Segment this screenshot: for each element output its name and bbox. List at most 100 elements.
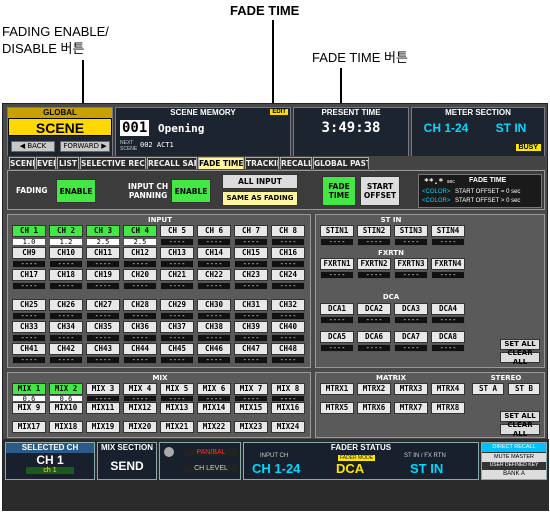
encoder-block[interactable]: PAN/BAL CH LEVEL <box>159 442 241 480</box>
clear-all-button[interactable]: CLEAR ALL <box>500 349 540 366</box>
input-channel-button[interactable]: CH 3 <box>86 225 120 237</box>
matrix-channel-button[interactable]: MTRX3 <box>394 383 428 395</box>
mix-channel-button[interactable]: MIX14 <box>197 402 231 414</box>
input-channel-button[interactable]: CH19 <box>86 269 120 281</box>
input-channel-button[interactable]: CH29 <box>160 299 194 311</box>
input-ch-value[interactable]: CH 1-24 <box>252 461 300 476</box>
input-channel-button[interactable]: CH33 <box>12 321 46 333</box>
direct-recall-button[interactable]: DIRECT RECALL <box>482 443 546 452</box>
mix-channel-button[interactable]: MIX 7 <box>234 383 268 395</box>
meter-stin-button[interactable]: ST IN <box>482 121 540 135</box>
dca-channel-button[interactable]: DCA2 <box>357 303 391 315</box>
stereo-channel-button[interactable]: ST A <box>472 383 504 395</box>
input-channel-button[interactable]: CH32 <box>271 299 305 311</box>
same-as-fading-button[interactable]: SAME AS FADING <box>222 191 298 206</box>
tab-fade-time[interactable]: FADE TIME <box>198 157 244 169</box>
input-channel-button[interactable]: CH 7 <box>234 225 268 237</box>
mix-channel-button[interactable]: MIX 9 <box>12 402 46 414</box>
matrix-channel-button[interactable]: MTRX7 <box>394 402 428 414</box>
mix-channel-button[interactable]: MIX 4 <box>123 383 157 395</box>
mix-channel-button[interactable]: MIX10 <box>49 402 83 414</box>
stin-fxrtn-value[interactable]: ST IN <box>410 461 443 476</box>
fade-time-button[interactable]: FADE TIME <box>322 176 356 206</box>
all-input-button[interactable]: ALL INPUT <box>222 174 298 189</box>
input-channel-button[interactable]: CH25 <box>12 299 46 311</box>
input-channel-button[interactable]: CH12 <box>123 247 157 259</box>
mix-channel-button[interactable]: MIX 6 <box>197 383 231 395</box>
mix-channel-button[interactable]: MIX20 <box>123 421 157 433</box>
mute-master-button[interactable]: MUTE MASTER <box>482 453 546 462</box>
dca-channel-button[interactable]: DCA7 <box>394 331 428 343</box>
mix-channel-button[interactable]: MIX23 <box>234 421 268 433</box>
tab-tracking[interactable]: TRACKING <box>245 157 279 169</box>
input-channel-button[interactable]: CH10 <box>49 247 83 259</box>
input-channel-button[interactable]: CH47 <box>234 343 268 355</box>
input-channel-button[interactable]: CH 6 <box>197 225 231 237</box>
input-channel-button[interactable]: CH27 <box>86 299 120 311</box>
tab-recall-safe[interactable]: RECALL SAFE <box>147 157 197 169</box>
tab-recall[interactable]: RECALL <box>280 157 312 169</box>
input-channel-button[interactable]: CH24 <box>271 269 305 281</box>
matrix-channel-button[interactable]: MTRX5 <box>320 402 354 414</box>
input-channel-button[interactable]: CH40 <box>271 321 305 333</box>
input-channel-button[interactable]: CH42 <box>49 343 83 355</box>
matrix-channel-button[interactable]: MTRX6 <box>357 402 391 414</box>
mix-channel-button[interactable]: MIX 8 <box>271 383 305 395</box>
mix-channel-button[interactable]: MIX24 <box>271 421 305 433</box>
input-channel-button[interactable]: CH18 <box>49 269 83 281</box>
mix-channel-button[interactable]: MIX 1 <box>12 383 46 395</box>
input-channel-button[interactable]: CH34 <box>49 321 83 333</box>
input-channel-button[interactable]: CH16 <box>271 247 305 259</box>
input-channel-button[interactable]: CH 1 <box>12 225 46 237</box>
clear-all-button-2[interactable]: CLEAR ALL <box>500 421 540 438</box>
fxrtn-channel-button[interactable]: FXRTN4 <box>431 258 465 270</box>
mix-channel-button[interactable]: MIX 5 <box>160 383 194 395</box>
dca-channel-button[interactable]: DCA3 <box>394 303 428 315</box>
input-channel-button[interactable]: CH30 <box>197 299 231 311</box>
mix-channel-button[interactable]: MIX17 <box>12 421 46 433</box>
mix-channel-button[interactable]: MIX 2 <box>49 383 83 395</box>
input-channel-button[interactable]: CH39 <box>234 321 268 333</box>
input-channel-button[interactable]: CH31 <box>234 299 268 311</box>
input-channel-button[interactable]: CH35 <box>86 321 120 333</box>
input-channel-button[interactable]: CH14 <box>197 247 231 259</box>
scene-number[interactable]: 001 <box>120 120 150 136</box>
bank-button[interactable]: BANK A <box>482 470 546 479</box>
input-channel-button[interactable]: CH22 <box>197 269 231 281</box>
mix-channel-button[interactable]: MIX19 <box>86 421 120 433</box>
stin-channel-button[interactable]: STIN3 <box>394 225 428 237</box>
input-channel-button[interactable]: CH23 <box>234 269 268 281</box>
fxrtn-channel-button[interactable]: FXRTN3 <box>394 258 428 270</box>
dca-channel-button[interactable]: DCA8 <box>431 331 465 343</box>
mix-channel-button[interactable]: MIX16 <box>271 402 305 414</box>
matrix-channel-button[interactable]: MTRX4 <box>431 383 465 395</box>
forward-button[interactable]: FORWARD ▶ <box>60 141 110 152</box>
input-channel-button[interactable]: CH11 <box>86 247 120 259</box>
mix-channel-button[interactable]: MIX13 <box>160 402 194 414</box>
stin-channel-button[interactable]: STIN1 <box>320 225 354 237</box>
matrix-channel-button[interactable]: MTRX1 <box>320 383 354 395</box>
input-channel-button[interactable]: CH13 <box>160 247 194 259</box>
mix-channel-button[interactable]: MIX11 <box>86 402 120 414</box>
tab-event[interactable]: EVENT <box>36 157 56 169</box>
input-channel-button[interactable]: CH 2 <box>49 225 83 237</box>
fxrtn-channel-button[interactable]: FXRTN2 <box>357 258 391 270</box>
mix-channel-button[interactable]: MIX12 <box>123 402 157 414</box>
input-channel-button[interactable]: CH43 <box>86 343 120 355</box>
input-channel-button[interactable]: CH 4 <box>123 225 157 237</box>
panning-enable-button[interactable]: ENABLE <box>171 179 211 203</box>
input-channel-button[interactable]: CH26 <box>49 299 83 311</box>
input-channel-button[interactable]: CH9 <box>12 247 46 259</box>
dca-channel-button[interactable]: DCA4 <box>431 303 465 315</box>
stin-channel-button[interactable]: STIN2 <box>357 225 391 237</box>
tab-scene[interactable]: SCENE <box>9 157 35 169</box>
matrix-channel-button[interactable]: MTRX8 <box>431 402 465 414</box>
input-channel-button[interactable]: CH48 <box>271 343 305 355</box>
dca-channel-button[interactable]: DCA1 <box>320 303 354 315</box>
input-channel-button[interactable]: CH21 <box>160 269 194 281</box>
input-channel-button[interactable]: CH 5 <box>160 225 194 237</box>
tab-global-paste[interactable]: GLOBAL PASTE <box>313 157 369 169</box>
input-channel-button[interactable]: CH20 <box>123 269 157 281</box>
input-channel-button[interactable]: CH36 <box>123 321 157 333</box>
dca-channel-button[interactable]: DCA5 <box>320 331 354 343</box>
